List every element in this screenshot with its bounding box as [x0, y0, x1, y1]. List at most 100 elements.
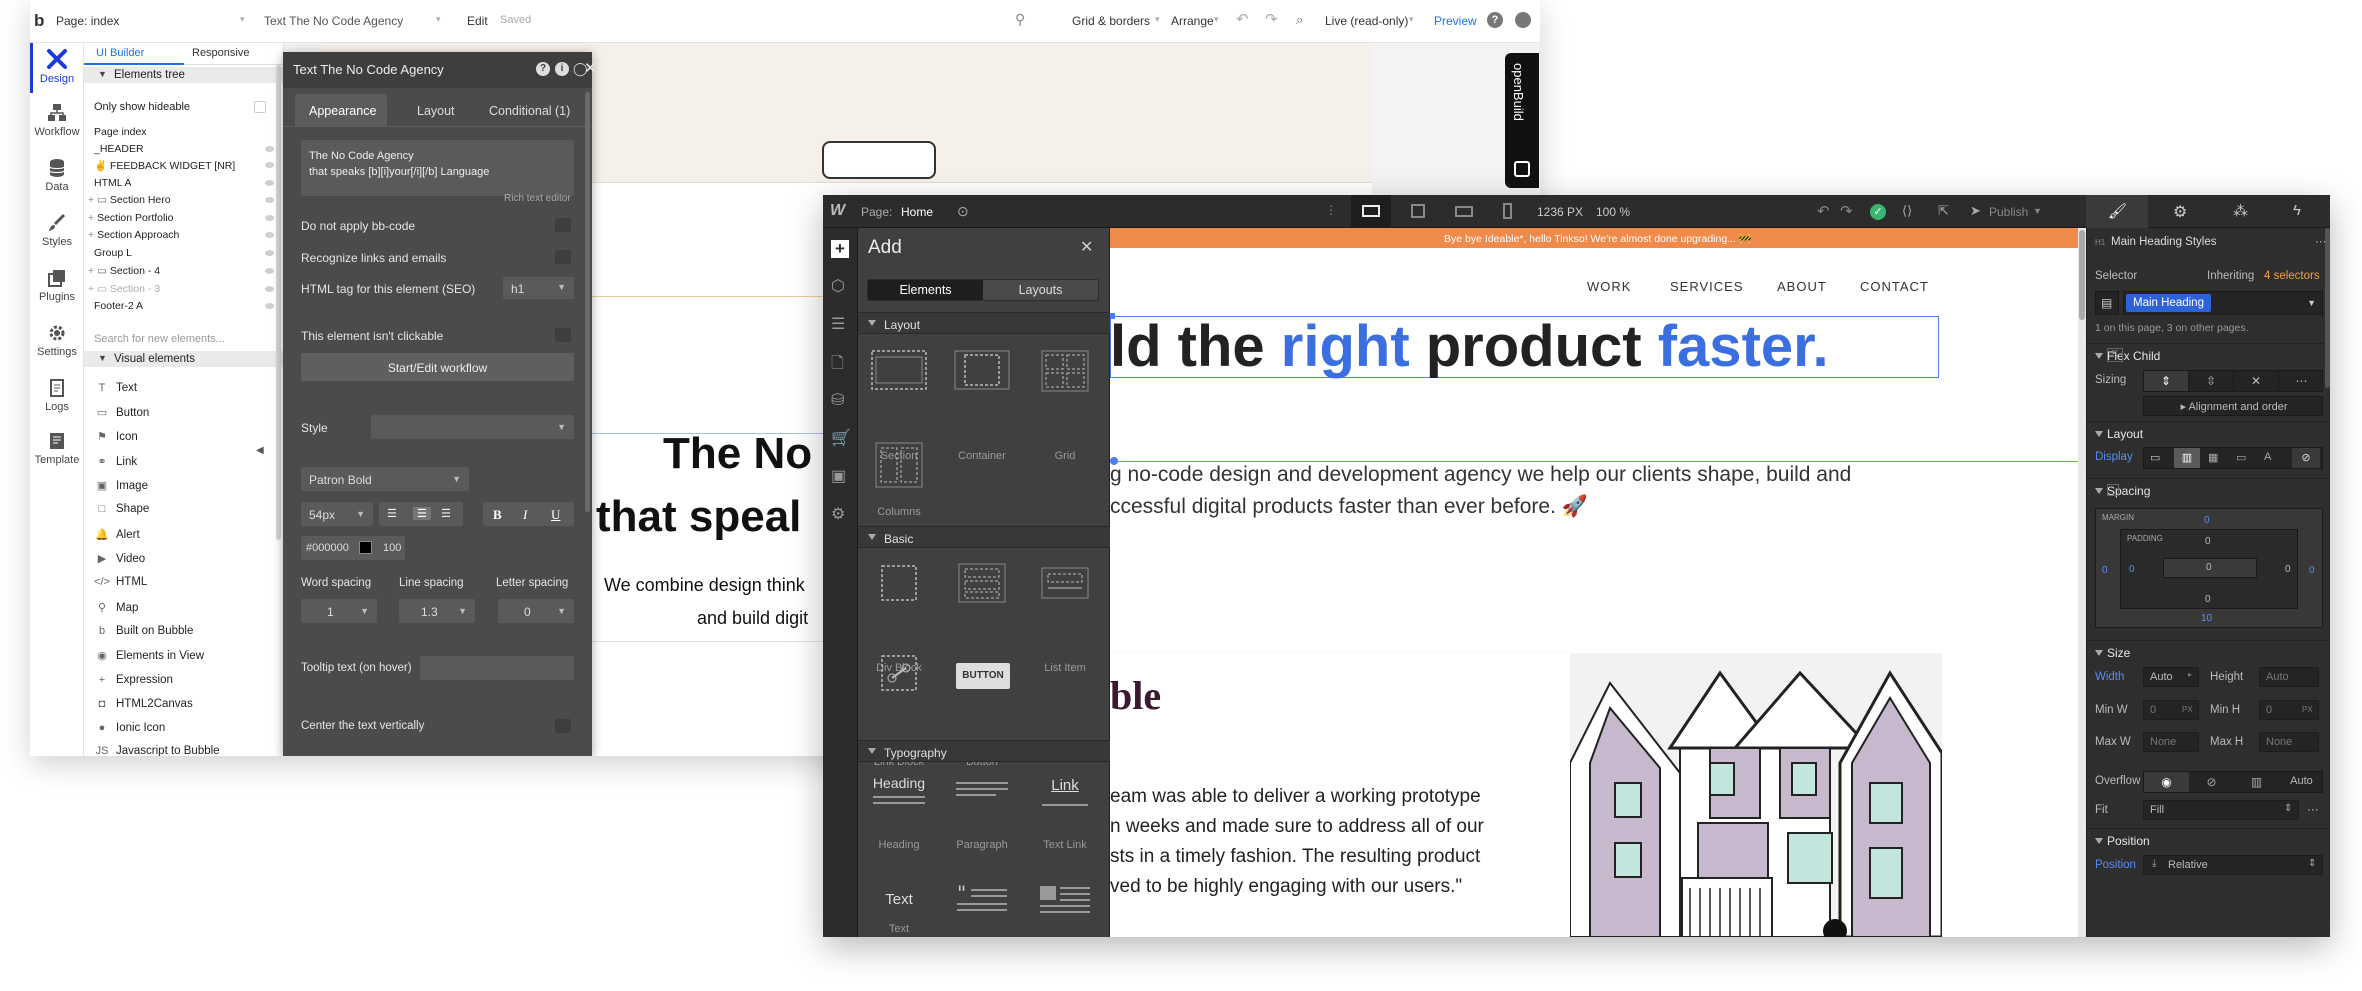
visual-item-elements-in-view[interactable]: ◉ Elements in View [94, 649, 204, 662]
margin-right-value[interactable]: 0 [2309, 565, 2315, 576]
chevron-down-icon[interactable]: ▼ [2307, 298, 2316, 308]
element-heading[interactable]: Heading [870, 773, 928, 825]
rich-text-editor-link[interactable]: Rich text editor [504, 193, 571, 204]
visual-item-button[interactable]: ▭ Button [94, 406, 149, 419]
chevron-down-icon[interactable]: ▾ [240, 14, 245, 25]
preview-button[interactable]: Preview [1434, 14, 1477, 28]
nav-plugins[interactable]: Plugins [30, 268, 84, 303]
canvas-shape-element[interactable] [822, 141, 936, 179]
tree-item[interactable]: Group L [94, 247, 132, 259]
hero-paragraph-line1[interactable]: g no-code design and development agency … [1110, 463, 1851, 487]
overflow-auto-option[interactable]: Auto [2279, 775, 2324, 787]
eye-icon[interactable] [265, 250, 274, 256]
visual-item-video[interactable]: ▶ Video [94, 552, 145, 565]
padding-bottom-value[interactable]: 0 [2205, 594, 2211, 605]
nav-logs[interactable]: Logs [30, 378, 84, 413]
spacing-preset-icon[interactable] [2107, 484, 2119, 496]
nav-workflow[interactable]: Workflow [30, 103, 84, 138]
size-section-header[interactable]: Size [2087, 640, 2330, 664]
not-clickable-checkbox[interactable] [555, 328, 571, 342]
search-elements-input[interactable]: Search for new elements... [94, 333, 225, 345]
visual-item-js-to-bubble[interactable]: JS Javascript to Bubble [94, 745, 220, 756]
visual-elements-header[interactable]: ▼ Visual elements [84, 351, 284, 367]
live-version-menu[interactable]: Live (read-only) [1325, 14, 1408, 28]
desktop-breakpoint-button[interactable] [1351, 195, 1391, 228]
unit-label[interactable]: PX [2302, 705, 2313, 714]
page-settings-icon[interactable]: ⊙ [957, 203, 969, 220]
canvas-scrollbar[interactable] [2078, 228, 2086, 937]
display-inline-block-icon[interactable]: ▭ [2236, 451, 2246, 464]
flex-child-section-header[interactable]: Flex Child ⇱ [2087, 343, 2330, 367]
element-blockquote[interactable]: " [953, 880, 1011, 932]
line-spacing-select[interactable]: 1.3 ▼ [399, 599, 475, 623]
testimonial-line[interactable]: eam was able to deliver a working protot… [1110, 786, 1481, 808]
tab-elements[interactable]: Elements [868, 280, 983, 300]
code-icon[interactable]: ⟨⟩ [1902, 203, 1912, 219]
announcement-banner[interactable]: Bye bye Ideable*, hello Tinkso! We're al… [1110, 228, 2086, 248]
tree-item[interactable]: + ▭ Section Hero [88, 194, 171, 206]
check-status-icon[interactable]: ✓ [1870, 204, 1886, 220]
display-none-icon[interactable]: ⊘ [2292, 448, 2320, 468]
page-selector[interactable]: Home [901, 205, 933, 219]
tab-responsive[interactable]: Responsive [192, 47, 249, 59]
word-spacing-select[interactable]: 1 ▼ [301, 599, 377, 623]
mobile-portrait-icon[interactable] [1503, 203, 1512, 219]
scrollbar-thumb[interactable] [2079, 230, 2085, 320]
testimonial-heading[interactable]: ble [1110, 672, 1161, 719]
max-height-input[interactable]: None [2259, 732, 2319, 752]
symbols-icon[interactable]: ⬡ [831, 276, 849, 295]
underline-icon[interactable]: U [551, 507, 560, 523]
pages-icon[interactable]: 🗋 [831, 352, 849, 372]
element-columns[interactable] [870, 439, 928, 491]
display-block-icon[interactable]: ▭ [2150, 451, 2160, 464]
tree-item[interactable]: + Section Approach [88, 229, 179, 241]
element-list[interactable] [953, 558, 1011, 610]
arrange-menu[interactable]: Arrange [1171, 14, 1214, 28]
visual-item-ionic-icon[interactable]: ● Ionic Icon [94, 722, 166, 734]
element-list-item[interactable] [1036, 558, 1094, 610]
min-height-input[interactable]: 0 PX [2259, 700, 2319, 720]
nav-design[interactable]: Design [30, 48, 84, 85]
eye-icon[interactable] [265, 146, 274, 152]
visual-item-shape[interactable]: □ Shape [94, 503, 150, 515]
site-nav-services[interactable]: SERVICES [1670, 279, 1744, 294]
visual-item-text[interactable]: T Text [94, 382, 137, 394]
visual-item-icon[interactable]: ⚑ Icon [94, 430, 138, 443]
tab-conditional[interactable]: Conditional (1) [489, 104, 570, 118]
ecommerce-icon[interactable]: 🛒 [831, 428, 851, 447]
eye-icon[interactable] [265, 286, 274, 292]
more-menu-icon[interactable]: ⋮ [1325, 203, 1337, 217]
display-grid-icon[interactable]: ▦ [2208, 451, 2218, 464]
eye-icon[interactable] [265, 232, 274, 238]
display-inline-icon[interactable]: A [2264, 451, 2271, 463]
sizing-none-icon[interactable]: ✕ [2234, 371, 2279, 391]
element-rich-text[interactable] [1036, 880, 1094, 932]
element-container[interactable] [953, 345, 1011, 397]
section-basic-header[interactable]: Basic [858, 526, 1110, 548]
margin-bottom-value[interactable]: 10 [2201, 613, 2212, 624]
tree-item[interactable]: HTML A [94, 177, 132, 189]
style-panel-tab[interactable]: 🖌 [2086, 195, 2148, 228]
style-select[interactable]: ▼ [371, 415, 574, 439]
tree-item[interactable]: + Section Portfolio [88, 212, 174, 224]
canvas-subtext-line1[interactable]: We combine design think [604, 575, 805, 596]
align-left-icon[interactable]: ☰ [387, 507, 397, 520]
gear-icon[interactable]: ⚙ [2173, 202, 2187, 222]
visual-item-link[interactable]: ⚭ Link [94, 455, 137, 468]
visual-item-image[interactable]: ▣ Image [94, 479, 148, 492]
nav-settings[interactable]: Settings [30, 323, 84, 358]
eye-icon[interactable] [265, 180, 274, 186]
canvas-subtext-line2[interactable]: and build digit [697, 608, 808, 629]
bold-icon[interactable]: B [493, 507, 502, 523]
overflow-visible-icon[interactable]: ◉ [2144, 772, 2189, 792]
grid-borders-menu[interactable]: Grid & borders [1072, 14, 1150, 28]
font-select[interactable]: Patron Bold ▼ [301, 467, 469, 491]
redo-icon[interactable]: ↷ [1840, 202, 1853, 220]
testimonial-line[interactable]: ved to be highly engaging with our users… [1110, 876, 1462, 898]
element-grid[interactable] [1036, 345, 1094, 397]
collapse-panel-arrow-icon[interactable]: ◀ [256, 445, 264, 456]
only-hideable-checkbox[interactable] [254, 101, 266, 113]
assets-icon[interactable]: ▣ [831, 466, 849, 485]
info-icon[interactable]: i [555, 62, 569, 76]
canvas-heading-line2[interactable]: that speal [596, 492, 801, 542]
